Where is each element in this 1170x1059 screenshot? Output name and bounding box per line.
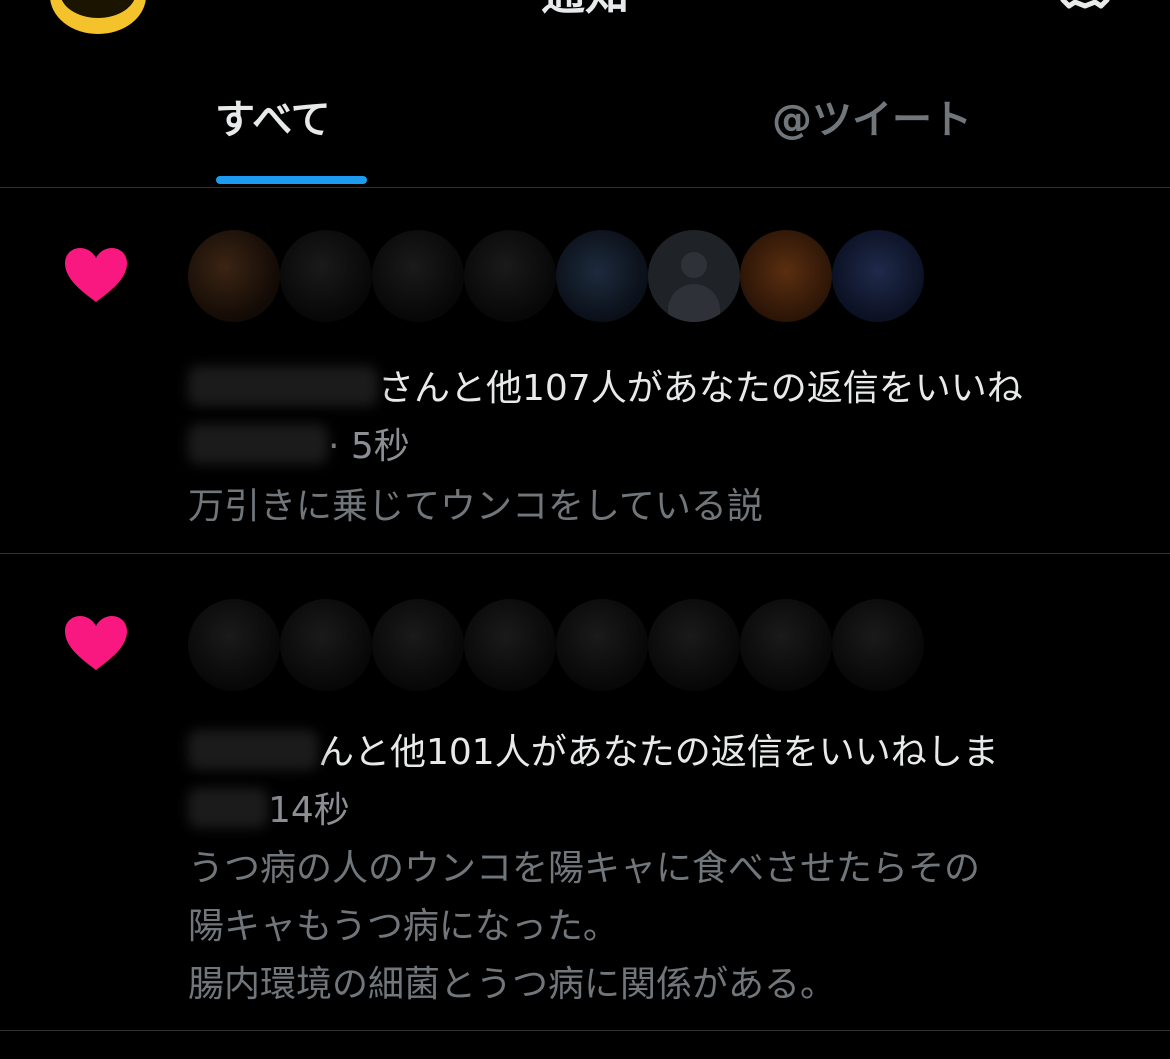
gear-icon[interactable] xyxy=(1055,0,1115,20)
notification-item[interactable]: んと他101人があなたの返信をいいねしま 14秒 うつ病の人のウンコを陽キャに食… xyxy=(0,554,1170,1031)
tweet-line: 腸内環境の細菌とうつ病に関係がある。 xyxy=(188,964,837,1005)
top-bar: 通知 xyxy=(0,0,1170,60)
liked-reply-text: うつ病の人のウンコを陽キャに食べさせたらその 陽キャもうつ病になった。 腸内環境… xyxy=(188,840,1148,1014)
liker-avatars xyxy=(188,599,928,691)
redacted-text xyxy=(188,424,328,464)
tab-mentions-label: @ツイート xyxy=(772,97,972,143)
avatar[interactable] xyxy=(372,230,464,322)
redacted-username xyxy=(188,366,378,406)
avatar[interactable] xyxy=(740,230,832,322)
avatar[interactable] xyxy=(464,599,556,691)
tweet-line: うつ病の人のウンコを陽キャに食べさせたらその xyxy=(188,848,981,889)
avatar[interactable] xyxy=(648,230,740,322)
avatar[interactable] xyxy=(740,599,832,691)
liked-reply-text: 万引きに乗じてウンコをしている説 xyxy=(188,478,1148,536)
avatar[interactable] xyxy=(188,230,280,322)
timestamp: 14秒 xyxy=(268,790,350,831)
notification-message: さんと他107人があなたの返信をいいね · 5秒 xyxy=(188,360,1148,476)
tweet-line: 陽キャもうつ病になった。 xyxy=(188,906,619,947)
notification-tabs: すべて @ツイート xyxy=(0,80,1170,188)
redacted-text xyxy=(188,788,268,828)
active-tab-indicator xyxy=(216,176,367,184)
heart-icon xyxy=(65,616,127,670)
timestamp: · 5秒 xyxy=(328,426,410,467)
heart-icon xyxy=(65,248,127,302)
liker-avatars xyxy=(188,230,928,322)
notification-message: んと他101人があなたの返信をいいねしま 14秒 xyxy=(188,724,1148,840)
avatar[interactable] xyxy=(832,230,924,322)
tab-mentions[interactable]: @ツイート xyxy=(585,80,1170,187)
page-title: 通知 xyxy=(0,0,1170,20)
notification-item[interactable]: さんと他107人があなたの返信をいいね · 5秒 万引きに乗じてウンコをしている… xyxy=(0,188,1170,554)
avatar[interactable] xyxy=(280,599,372,691)
tab-all[interactable]: すべて xyxy=(0,80,585,187)
default-avatar-icon xyxy=(681,252,707,278)
default-avatar-body xyxy=(668,284,720,322)
like-summary: んと他101人があなたの返信をいいねしま xyxy=(318,732,999,773)
tweet-line: 万引きに乗じてウンコをしている説 xyxy=(188,486,763,527)
avatar[interactable] xyxy=(648,599,740,691)
avatar[interactable] xyxy=(188,599,280,691)
avatar[interactable] xyxy=(556,230,648,322)
tab-all-label: すべて xyxy=(215,97,331,143)
redacted-username xyxy=(188,730,318,770)
avatar[interactable] xyxy=(280,230,372,322)
avatar[interactable] xyxy=(556,599,648,691)
like-summary: さんと他107人があなたの返信をいいね xyxy=(378,368,1023,409)
avatar[interactable] xyxy=(832,599,924,691)
avatar[interactable] xyxy=(372,599,464,691)
avatar[interactable] xyxy=(464,230,556,322)
